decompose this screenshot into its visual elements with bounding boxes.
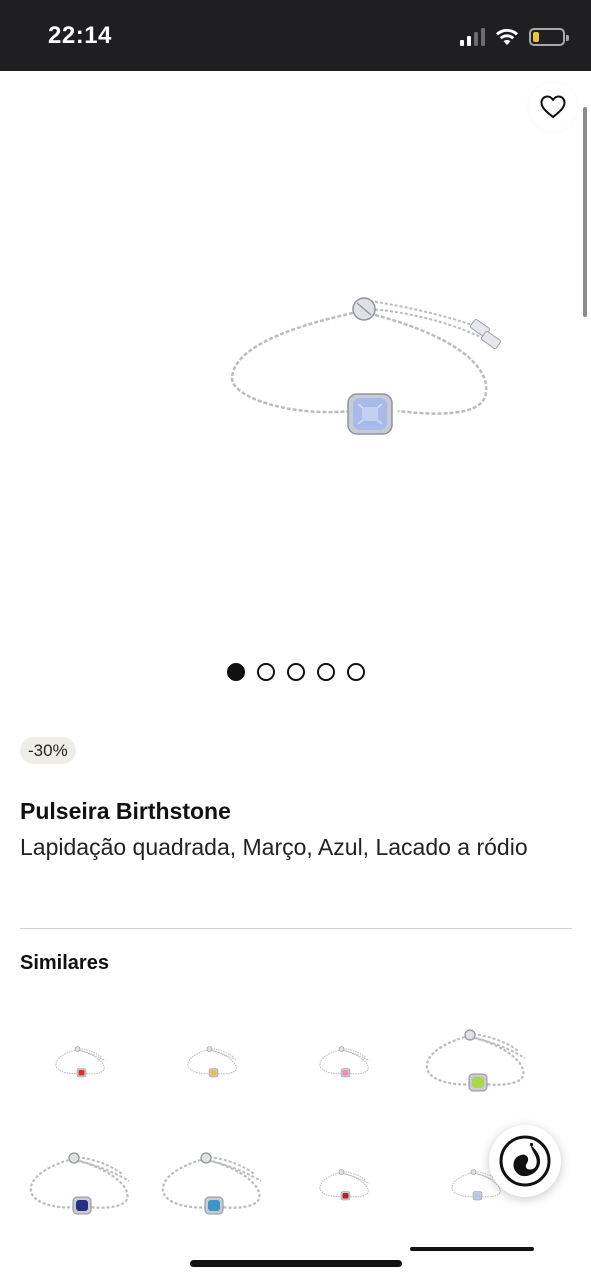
scroll-indicator[interactable] (583, 107, 587, 317)
swan-logo-icon (499, 1135, 551, 1187)
status-icons (460, 26, 569, 48)
product-description: Lapidação quadrada, Março, Azul, Lacado … (20, 834, 528, 860)
bracelet-thumbnail (161, 1151, 262, 1214)
battery-icon (529, 28, 569, 46)
similar-item-bracelet-dark-red[interactable] (280, 1128, 410, 1243)
bracelet-thumbnail (319, 1168, 370, 1200)
discount-badge: -30% (20, 737, 76, 764)
heart-outline-icon (540, 95, 566, 119)
similar-item-bracelet-pink[interactable] (280, 1005, 410, 1120)
wishlist-button[interactable] (529, 83, 577, 131)
home-indicator[interactable] (190, 1260, 402, 1267)
similar-item-bracelet-yellow[interactable] (148, 1005, 278, 1120)
similar-products-grid (16, 1005, 576, 1245)
divider (20, 928, 572, 929)
similar-item-bracelet-red[interactable] (16, 1005, 146, 1120)
product-image (230, 297, 501, 435)
similar-item-bracelet-green[interactable] (412, 1005, 542, 1120)
carousel-dot-3[interactable] (286, 663, 305, 681)
similar-item-bracelet-dark-blue[interactable] (16, 1128, 146, 1243)
signal-icon (460, 28, 485, 46)
product-gallery[interactable] (0, 71, 591, 711)
status-time: 22:14 (48, 22, 112, 49)
bracelet-thumbnail (187, 1045, 238, 1077)
carousel-dot-1[interactable] (226, 663, 245, 681)
carousel-dots[interactable] (0, 663, 591, 681)
tab-underline (410, 1247, 534, 1251)
carousel-dot-5[interactable] (346, 663, 365, 681)
status-bar: 22:14 (0, 0, 591, 71)
carousel-dot-2[interactable] (256, 663, 275, 681)
carousel-dot-4[interactable] (316, 663, 335, 681)
bracelet-thumbnail (29, 1151, 130, 1214)
wifi-icon (495, 28, 519, 46)
swan-chat-button[interactable] (489, 1125, 561, 1197)
bracelet-thumbnail (425, 1028, 526, 1091)
similar-item-bracelet-aqua[interactable] (148, 1128, 278, 1243)
product-title: Pulseira Birthstone (20, 798, 231, 824)
bracelet-thumbnail (319, 1045, 370, 1077)
similares-title: Similares (20, 952, 109, 974)
bracelet-thumbnail (55, 1045, 106, 1077)
